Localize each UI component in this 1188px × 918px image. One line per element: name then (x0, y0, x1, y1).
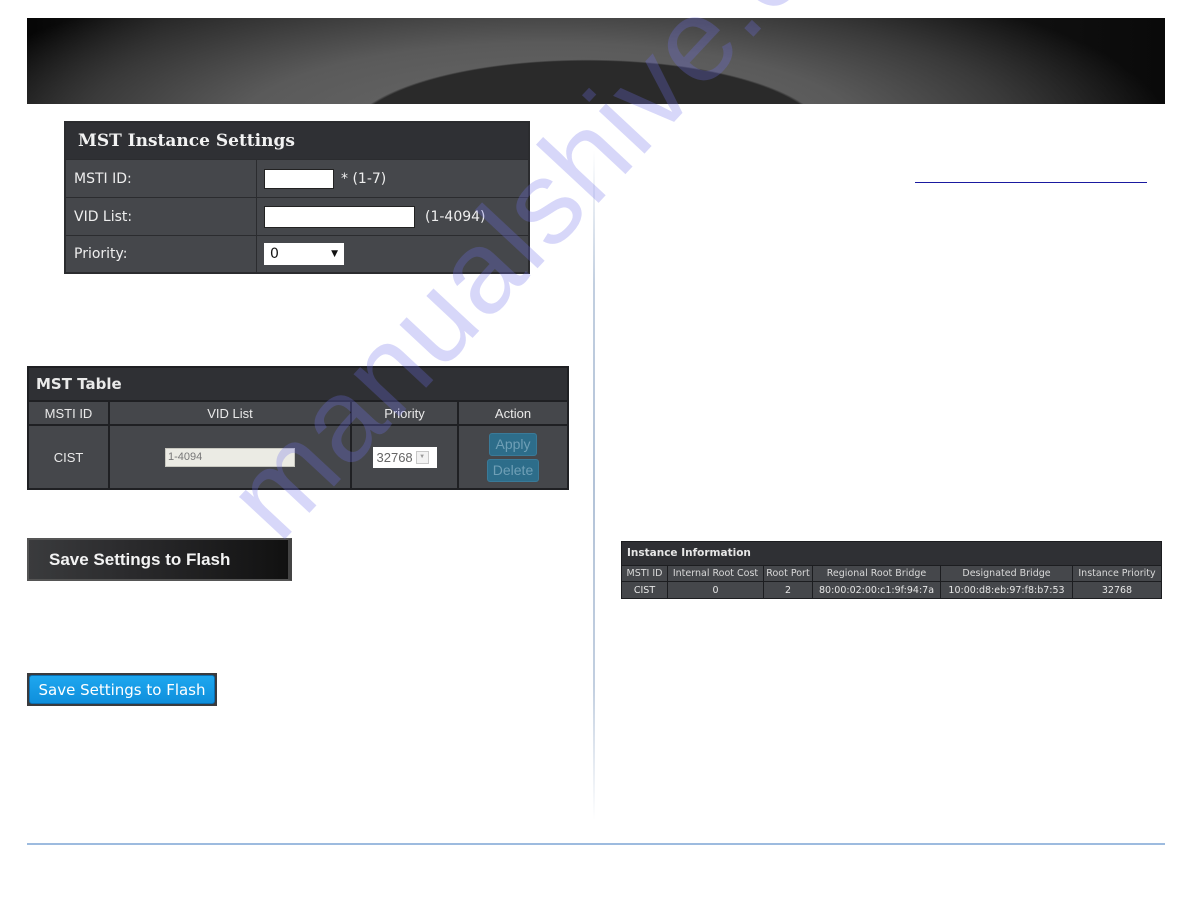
priority-row: Priority: 0 ▼ (66, 236, 528, 272)
panel-title: MST Table (29, 368, 567, 402)
delete-button[interactable]: Delete (486, 458, 540, 482)
msti-id-hint: * (1-7) (341, 170, 387, 187)
priority-cell: 32768 ▼ (352, 426, 459, 488)
panel-title: Instance Information (622, 542, 1161, 566)
column-header: VID List (110, 402, 352, 426)
column-header: MSTI ID (622, 566, 668, 582)
table-cell-regional-root-bridge: 80:00:02:00:c1:9f:94:7a (813, 582, 941, 598)
dropdown-arrow-icon: ▼ (415, 450, 429, 464)
mst-table: MSTI ID VID List Priority Action CIST 1-… (29, 402, 567, 488)
instance-information-panel: Instance Information MSTI ID Internal Ro… (621, 541, 1162, 599)
action-cell: Apply Delete (459, 426, 567, 488)
table-cell-instance-priority: 32768 (1101, 584, 1133, 596)
column-header: Priority (352, 402, 459, 426)
column-header: Regional Root Bridge (813, 566, 941, 582)
table-cell-msti-id: CIST (622, 582, 668, 598)
footer-rule (27, 843, 1165, 845)
dropdown-arrow-icon: ▼ (331, 249, 338, 259)
vid-list-input-disabled[interactable]: 1-4094 (165, 447, 295, 467)
vid-list-label: VID List: (66, 198, 257, 235)
msti-id-label: MSTI ID: (66, 160, 257, 197)
priority-select-disabled[interactable]: 32768 ▼ (372, 446, 437, 468)
priority-select-value: 0 (270, 246, 279, 262)
column-header: Root Port (764, 566, 813, 582)
save-settings-button[interactable]: Save Settings to Flash (29, 675, 215, 704)
column-header: Action (459, 402, 567, 426)
hyperlink-underline[interactable] (915, 182, 1147, 183)
column-header: MSTI ID (29, 402, 110, 426)
column-header: Instance Priority (1073, 566, 1161, 582)
panel-title: MST Instance Settings (66, 123, 528, 160)
vid-list-input[interactable] (264, 205, 415, 228)
instance-information-table: MSTI ID Internal Root Cost Root Port Reg… (622, 566, 1161, 598)
mst-table-panel: MST Table MSTI ID VID List Priority Acti… (27, 366, 569, 490)
msti-id-input[interactable] (264, 168, 334, 189)
table-cell-designated-bridge: 10:00:d8:eb:97:f8:b7:53 (941, 582, 1073, 598)
msti-id-cell: CIST (29, 426, 110, 488)
save-button-container: Save Settings to Flash (27, 673, 217, 706)
column-header: Internal Root Cost (668, 566, 764, 582)
vid-list-hint: (1-4094) (425, 208, 486, 225)
column-header: Designated Bridge (941, 566, 1073, 582)
priority-select[interactable]: 0 ▼ (264, 243, 344, 265)
apply-button[interactable]: Apply (489, 432, 537, 456)
priority-value: 32768 (376, 449, 413, 465)
msti-id-row: MSTI ID: * (1-7) (66, 160, 528, 198)
vid-list-row: VID List: (1-4094) (66, 198, 528, 236)
save-settings-menu-button[interactable]: Save Settings to Flash (27, 538, 292, 581)
column-divider (593, 150, 595, 820)
mst-instance-settings-panel: MST Instance Settings MSTI ID: * (1-7) V… (64, 121, 530, 274)
table-cell-root-port: 2 (764, 582, 813, 598)
header-banner (27, 18, 1165, 104)
table-cell-internal-root-cost: 0 (668, 582, 764, 598)
vid-list-cell: 1-4094 (110, 426, 352, 488)
priority-label: Priority: (66, 236, 257, 272)
